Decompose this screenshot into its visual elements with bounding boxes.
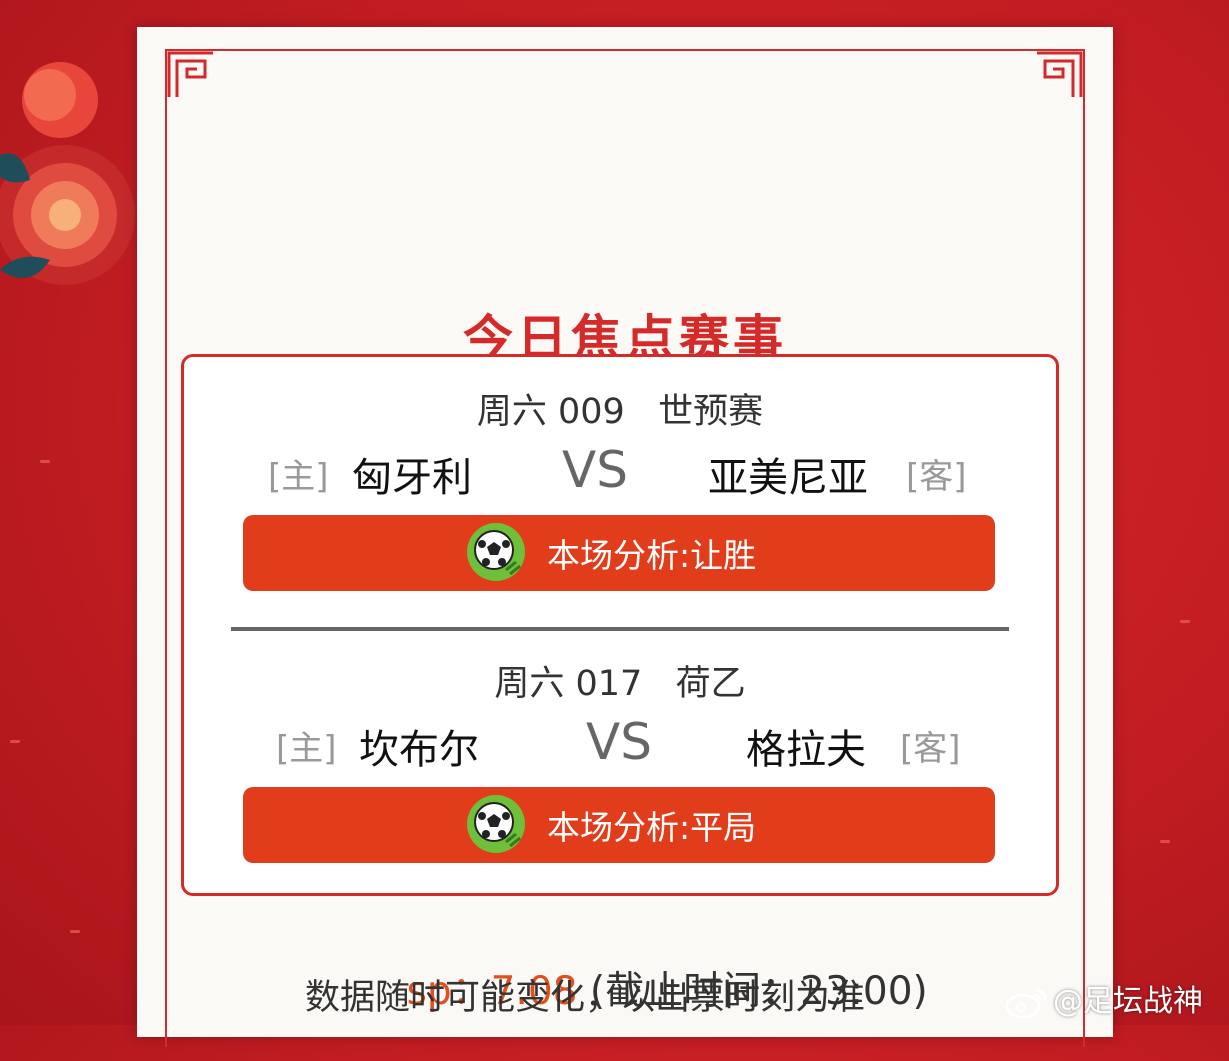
watermark: @足坛战神 bbox=[1005, 976, 1203, 1020]
home-tag: [主] bbox=[276, 729, 337, 769]
away-team: 亚美尼亚 bbox=[708, 455, 868, 501]
soccer-ball-icon bbox=[467, 523, 525, 581]
home-tag: [主] bbox=[268, 457, 329, 497]
matches-box: 周六 009 世预赛 [主] 匈牙利 VS 亚美尼亚 [客] 本场分析:让胜 周… bbox=[181, 354, 1059, 896]
weibo-icon bbox=[1005, 988, 1047, 1018]
away-tag: [客] bbox=[900, 729, 961, 769]
match-divider bbox=[231, 627, 1009, 631]
team-row: [主] 匈牙利 VS 亚美尼亚 [客] bbox=[184, 441, 1056, 505]
sparkle-decoration bbox=[10, 740, 20, 743]
sparkle-decoration bbox=[1160, 840, 1170, 843]
match-header: 周六 009 世预赛 bbox=[476, 392, 764, 432]
home-team: 坎布尔 bbox=[359, 727, 479, 773]
fret-corner-ornament-left bbox=[167, 51, 213, 97]
sparkle-decoration bbox=[1180, 620, 1190, 623]
team-row: [主] 坎布尔 VS 格拉夫 [客] bbox=[184, 713, 1056, 777]
home-team: 匈牙利 bbox=[352, 455, 472, 501]
away-tag: [客] bbox=[906, 457, 967, 497]
disclaimer-note: 数据随时可能变化，以出票时刻为准 bbox=[305, 978, 866, 1018]
watermark-text: @足坛战神 bbox=[1053, 984, 1203, 1019]
analysis-label: 本场分析:平局 bbox=[547, 808, 757, 847]
fret-corner-ornament-right bbox=[1037, 51, 1083, 97]
match-card: 今日焦点赛事 周六 009 世预赛 [主] 匈牙利 VS 亚美尼亚 [客] 本场… bbox=[137, 27, 1113, 1047]
away-team: 格拉夫 bbox=[746, 727, 866, 773]
sparkle-decoration bbox=[70, 930, 80, 933]
vs-label: VS bbox=[586, 713, 652, 771]
vs-label: VS bbox=[562, 441, 628, 499]
analysis-label: 本场分析:让胜 bbox=[547, 536, 757, 575]
analysis-button[interactable]: 本场分析:平局 bbox=[243, 787, 995, 863]
soccer-ball-icon bbox=[467, 795, 525, 853]
sparkle-decoration bbox=[40, 460, 50, 463]
match-header: 周六 017 荷乙 bbox=[494, 664, 746, 704]
analysis-button[interactable]: 本场分析:让胜 bbox=[243, 515, 995, 591]
